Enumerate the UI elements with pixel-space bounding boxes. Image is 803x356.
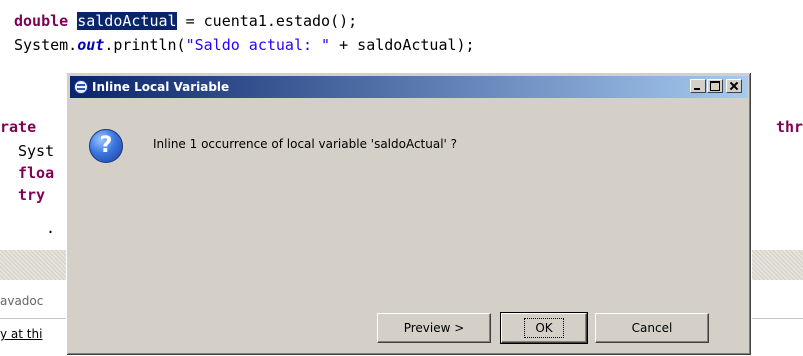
code-fragment-dot: . (46, 219, 56, 237)
question-icon: ? (89, 129, 123, 163)
inline-local-variable-dialog: Inline Local Variable ? Inline 1 occurre… (66, 72, 752, 356)
code-println: .println( (104, 36, 186, 54)
code-fragment-thr: thr (776, 118, 803, 136)
dialog-message: Inline 1 occurrence of local variable 's… (153, 137, 458, 151)
bottom-pane-text: y at thi (0, 327, 43, 341)
eclipse-icon (74, 80, 88, 94)
code-line-1[interactable]: double saldoActual = cuenta1.estado(); (14, 11, 357, 31)
ok-button-label: OK (524, 318, 564, 338)
code-system: System. (14, 36, 78, 54)
code-fragment-try: try (18, 186, 46, 204)
code-fragment-syst: Syst (18, 142, 55, 160)
selected-variable[interactable]: saldoActual (77, 12, 177, 30)
dialog-titlebar[interactable]: Inline Local Variable (70, 76, 748, 98)
javadoc-tab[interactable]: avadoc (0, 294, 43, 308)
code-fragment-rate: rate (0, 118, 37, 136)
cancel-button[interactable]: Cancel (595, 313, 709, 343)
code-line-2[interactable]: System.out.println("Saldo actual: " + sa… (14, 35, 475, 55)
close-button[interactable] (726, 79, 742, 93)
preview-button[interactable]: Preview > (377, 313, 491, 343)
code-line-2-rest: + saldoActual); (330, 36, 475, 54)
maximize-button[interactable] (707, 79, 723, 93)
code-fragment-floa: floa (18, 164, 55, 182)
code-field-out: out (77, 36, 105, 54)
code-string: "Saldo actual: " (185, 36, 331, 54)
keyword-double: double (14, 12, 69, 30)
ok-button[interactable]: OK (500, 312, 588, 344)
minimize-button[interactable] (690, 79, 706, 93)
code-line-1-rest: = cuenta1.estado(); (176, 12, 358, 30)
dialog-title: Inline Local Variable (92, 80, 230, 94)
